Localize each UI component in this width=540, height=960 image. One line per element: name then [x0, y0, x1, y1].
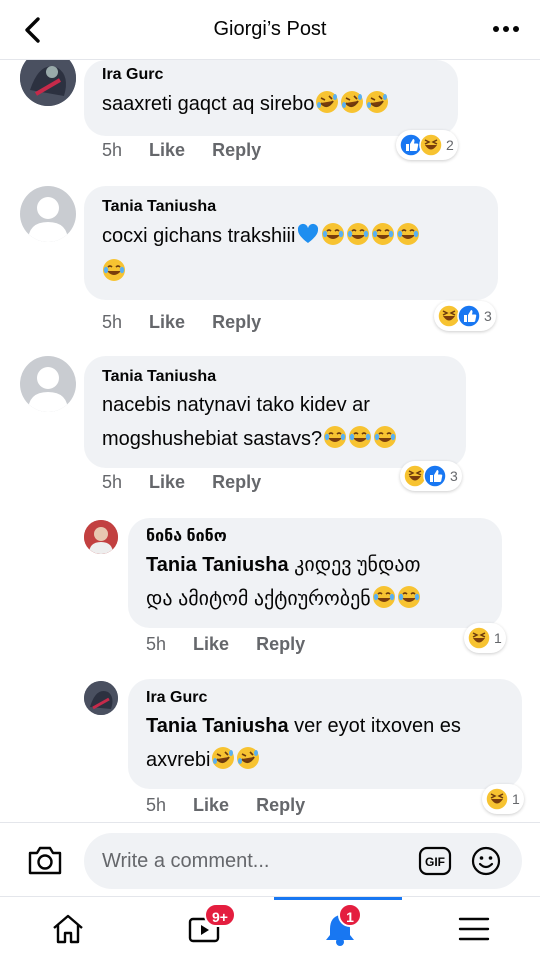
comment-composer: Write a comment... GIF — [0, 822, 540, 896]
rofl-emoji-icon — [340, 90, 364, 114]
rofl-emoji-icon — [236, 746, 260, 770]
joy-emoji-icon — [346, 222, 370, 246]
like-reaction-icon — [457, 304, 481, 328]
like-button[interactable]: Like — [193, 634, 229, 654]
comment-item: Tania Taniusha nacebis natynavi tako kid… — [0, 356, 540, 506]
reply-item: ნინა ნინო Tania Taniusha კიდევ უნდათ და ა… — [0, 518, 540, 668]
reply-button[interactable]: Reply — [212, 472, 261, 492]
gif-icon[interactable]: GIF — [418, 846, 452, 876]
reaction-summary[interactable]: 2 — [396, 130, 458, 160]
joy-emoji-icon — [373, 425, 397, 449]
reaction-summary[interactable]: 1 — [482, 784, 524, 814]
haha-reaction-icon — [467, 626, 491, 650]
reaction-summary[interactable]: 3 — [400, 461, 462, 491]
joy-emoji-icon — [396, 222, 420, 246]
avatar[interactable] — [20, 356, 76, 412]
avatar[interactable] — [20, 186, 76, 242]
like-reaction-icon — [423, 464, 447, 488]
like-button[interactable]: Like — [149, 140, 185, 160]
mention-link[interactable]: Tania Taniusha — [146, 554, 289, 576]
reply-button[interactable]: Reply — [212, 312, 261, 332]
comment-author[interactable]: Tania Taniusha — [102, 366, 448, 388]
like-button[interactable]: Like — [193, 795, 229, 815]
menu-icon — [458, 917, 490, 941]
comment-bubble[interactable]: Ira Gurc Tania Taniusha ver eyot itxoven… — [128, 679, 522, 789]
comment-actions: 5h Like Reply — [102, 312, 283, 333]
top-bar: Giorgi’s Post — [0, 0, 540, 60]
reaction-summary[interactable]: 3 — [434, 301, 496, 331]
comment-actions: 5h Like Reply — [102, 140, 283, 161]
reaction-count: 1 — [494, 630, 502, 646]
watch-badge: 9+ — [204, 903, 236, 927]
reply-button[interactable]: Reply — [212, 140, 261, 160]
comment-bubble[interactable]: Tania Taniusha nacebis natynavi tako kid… — [84, 356, 466, 468]
comment-bubble[interactable]: ნინა ნინო Tania Taniusha კიდევ უნდათ და ა… — [128, 518, 502, 628]
comment-actions: 5h Like Reply — [102, 472, 283, 493]
joy-emoji-icon — [102, 258, 126, 282]
tab-menu[interactable] — [420, 897, 528, 960]
blue-heart-emoji-icon — [296, 222, 320, 246]
tab-watch[interactable]: 9+ — [150, 897, 258, 960]
rofl-emoji-icon — [365, 90, 389, 114]
reply-item: Ira Gurc Tania Taniusha ver eyot itxoven… — [0, 679, 540, 819]
comment-time[interactable]: 5h — [146, 634, 166, 654]
comment-actions: 5h Like Reply — [146, 634, 327, 655]
avatar[interactable] — [84, 681, 118, 715]
rofl-emoji-icon — [315, 90, 339, 114]
reaction-count: 1 — [512, 791, 520, 807]
haha-reaction-icon — [419, 133, 443, 157]
comment-actions: 5h Like Reply — [146, 795, 327, 816]
comment-author[interactable]: Tania Taniusha — [102, 196, 480, 218]
comment-text: nacebis natynavi tako kidev ar mogshusheb… — [102, 388, 448, 456]
reaction-count: 3 — [484, 308, 492, 324]
comment-time[interactable]: 5h — [146, 795, 166, 815]
comment-time[interactable]: 5h — [102, 472, 122, 492]
notifications-badge: 1 — [338, 903, 362, 927]
joy-emoji-icon — [323, 425, 347, 449]
comment-item: Ira Gurc saaxreti gaqct aq sirebo 2 5h L… — [0, 50, 540, 180]
comment-input-placeholder: Write a comment... — [102, 850, 270, 872]
comment-author[interactable]: Ira Gurc — [102, 64, 440, 86]
comment-time[interactable]: 5h — [102, 140, 122, 160]
comment-author[interactable]: Ira Gurc — [146, 687, 504, 709]
comment-item: Tania Taniusha cocxi gichans trakshiii 3… — [0, 186, 540, 336]
joy-emoji-icon — [348, 425, 372, 449]
avatar[interactable] — [84, 520, 118, 554]
reaction-count: 2 — [446, 137, 454, 153]
tab-notifications[interactable]: 1 — [286, 897, 394, 960]
comment-bubble[interactable]: Ira Gurc saaxreti gaqct aq sirebo — [84, 60, 458, 136]
more-options-icon[interactable] — [492, 22, 520, 36]
comment-text: cocxi gichans trakshiii — [102, 218, 480, 290]
comment-text: Tania Taniusha კიდევ უნდათ და ამიტომ აქტი… — [146, 554, 421, 610]
tab-home[interactable] — [14, 897, 122, 960]
camera-icon[interactable] — [26, 841, 64, 879]
joy-emoji-icon — [372, 585, 396, 609]
joy-emoji-icon — [321, 222, 345, 246]
emoji-picker-icon[interactable] — [470, 845, 502, 877]
comment-text: saaxreti gaqct aq sirebo — [102, 86, 440, 122]
bottom-tab-bar: 9+ 1 — [0, 896, 540, 960]
gif-label: GIF — [425, 855, 445, 869]
comment-author[interactable]: ნინა ნინო — [146, 526, 484, 548]
joy-emoji-icon — [371, 222, 395, 246]
reply-button[interactable]: Reply — [256, 795, 305, 815]
home-icon — [53, 914, 83, 944]
like-button[interactable]: Like — [149, 312, 185, 332]
rofl-emoji-icon — [211, 746, 235, 770]
comment-time[interactable]: 5h — [102, 312, 122, 332]
haha-reaction-icon — [485, 787, 509, 811]
like-button[interactable]: Like — [149, 472, 185, 492]
reaction-summary[interactable]: 1 — [464, 623, 506, 653]
page-title: Giorgi’s Post — [213, 18, 327, 40]
reaction-count: 3 — [450, 468, 458, 484]
comment-text: Tania Taniusha ver eyot itxoven es axvreb… — [146, 715, 461, 771]
comment-input[interactable]: Write a comment... GIF — [84, 833, 522, 889]
mention-link[interactable]: Tania Taniusha — [146, 715, 289, 737]
comment-bubble[interactable]: Tania Taniusha cocxi gichans trakshiii — [84, 186, 498, 300]
joy-emoji-icon — [397, 585, 421, 609]
reply-button[interactable]: Reply — [256, 634, 305, 654]
